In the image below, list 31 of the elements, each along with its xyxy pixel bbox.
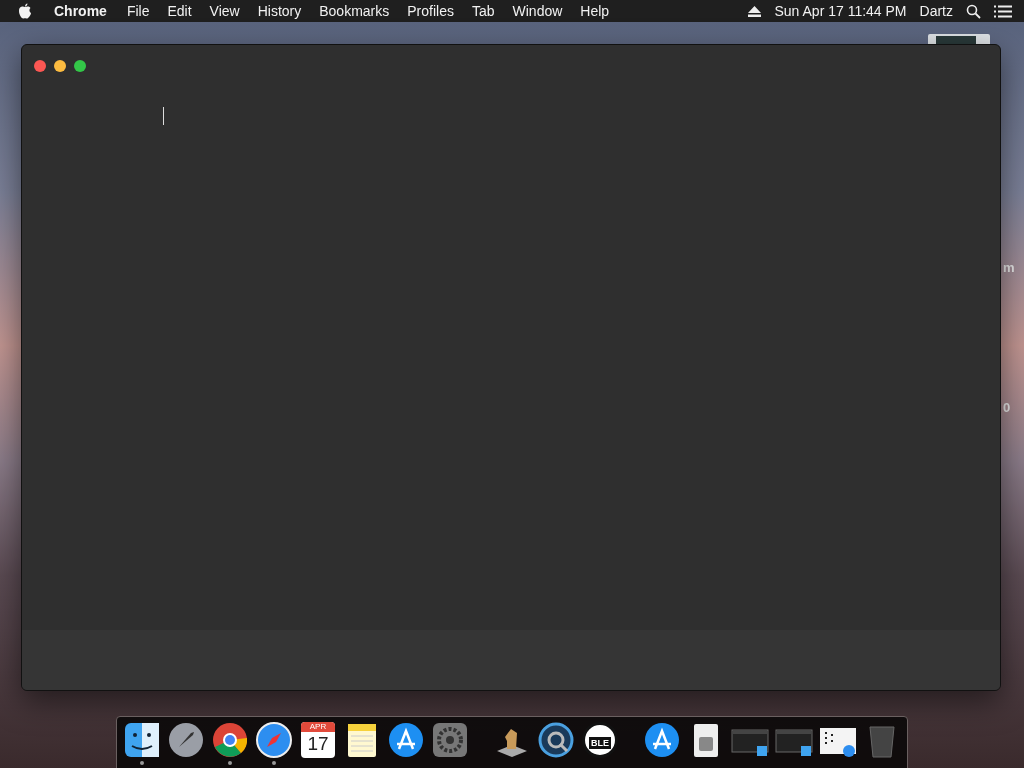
menu-item[interactable]: Tab (471, 3, 495, 19)
zoom-button[interactable] (74, 60, 86, 72)
browser-wheel-icon[interactable] (211, 721, 249, 759)
app-menu[interactable]: Chrome (54, 3, 107, 19)
menu-item[interactable]: View (209, 3, 240, 19)
user-name[interactable]: Dartz (919, 3, 953, 19)
menu-item[interactable]: Profiles (407, 3, 454, 19)
list-icon[interactable] (994, 4, 1012, 18)
finder-face-icon[interactable] (123, 721, 161, 759)
desktop-icon-label: m (1003, 260, 1015, 275)
apple-icon[interactable] (18, 3, 32, 19)
desktop-icon-label: 0 (1003, 400, 1011, 415)
letter-a-icon[interactable] (643, 721, 681, 759)
minimize-button[interactable] (54, 60, 66, 72)
menu-item[interactable]: File (126, 3, 150, 19)
calendar-icon[interactable]: APR 17 (301, 722, 335, 758)
search-icon[interactable] (966, 3, 981, 19)
q-circle-icon[interactable] (537, 721, 575, 759)
compass-icon[interactable] (255, 721, 293, 759)
close-button[interactable] (34, 60, 46, 72)
eject-icon[interactable] (748, 5, 762, 17)
menu-item[interactable]: Bookmarks (319, 3, 390, 19)
menu-item[interactable]: History (257, 3, 302, 19)
letter-a-icon[interactable] (387, 721, 425, 759)
gear-icon[interactable] (431, 721, 469, 759)
menu-item[interactable]: Help (580, 3, 610, 19)
menu-item[interactable]: Window (512, 3, 563, 19)
text-cursor (163, 107, 164, 125)
ble-icon[interactable]: BLE (582, 722, 618, 758)
menu-item[interactable]: Edit (167, 3, 192, 19)
clock[interactable]: Sun Apr 17 11:44 PM (774, 3, 907, 19)
